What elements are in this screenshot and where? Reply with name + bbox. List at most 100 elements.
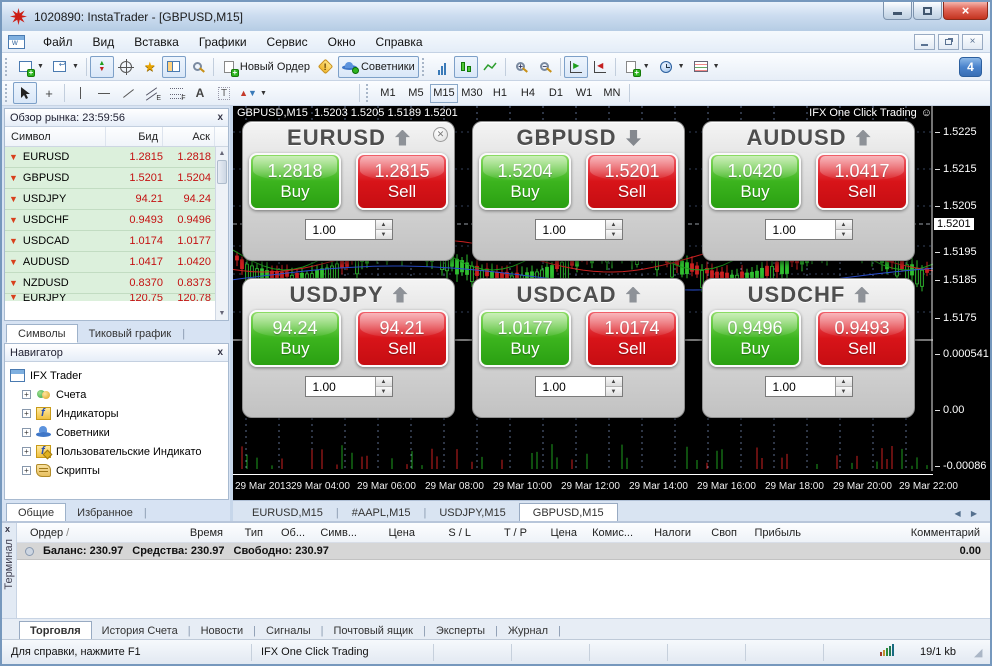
maximize-button[interactable]	[913, 2, 942, 20]
tree-node-root[interactable]: IFX Trader	[7, 366, 226, 385]
volume-input[interactable]	[536, 377, 605, 396]
scrollbar[interactable]: ▲ ▼	[215, 147, 228, 320]
menu-window[interactable]: Окно	[318, 32, 366, 52]
sell-button[interactable]: 0.9493Sell	[816, 310, 908, 367]
volume-stepper[interactable]: ▲▼	[375, 377, 392, 396]
expand-icon[interactable]	[22, 466, 31, 475]
volume-stepper[interactable]: ▲▼	[835, 220, 852, 239]
column-order[interactable]: Ордер	[17, 527, 157, 539]
toolbar-drag-handle[interactable]	[422, 58, 426, 76]
tree-node-indicators[interactable]: Индикаторы	[7, 404, 226, 423]
table-row[interactable]: ▼AUDUSD1.04171.0420	[5, 252, 215, 273]
volume-stepper[interactable]: ▲▼	[605, 220, 622, 239]
zoom-in-button[interactable]: +	[509, 56, 533, 78]
notifications-badge[interactable]: 4	[959, 57, 982, 77]
tab-common[interactable]: Общие	[6, 503, 66, 522]
buy-button[interactable]: 1.0420Buy	[709, 153, 801, 210]
smiley-icon[interactable]: ☺	[921, 107, 932, 119]
sell-button[interactable]: 1.0417Sell	[816, 153, 908, 210]
close-button[interactable]: ×	[943, 2, 988, 20]
chart-tab-usdjpy[interactable]: USDJPY,M15	[426, 504, 518, 521]
tab-account-history[interactable]: История Счета	[92, 622, 188, 639]
data-window-button[interactable]	[186, 56, 210, 78]
candlestick-button[interactable]	[454, 56, 478, 78]
scroll-thumb[interactable]	[217, 160, 227, 184]
text-tool[interactable]: A	[188, 82, 212, 104]
volume-stepper[interactable]: ▲▼	[375, 220, 392, 239]
menu-insert[interactable]: Вставка	[124, 32, 189, 52]
auto-scroll-toggle[interactable]: ▶	[564, 56, 588, 78]
zoom-out-button[interactable]: −	[533, 56, 557, 78]
tree-node-experts[interactable]: Советники	[7, 423, 226, 442]
tab-favorites[interactable]: Избранное	[66, 504, 144, 521]
templates-button[interactable]: ▼	[689, 56, 724, 78]
tab-symbols[interactable]: Символы	[6, 324, 78, 343]
column-ask[interactable]: Аск	[163, 127, 215, 146]
timeframe-d1[interactable]: D1	[542, 84, 570, 103]
horizontal-line-tool[interactable]	[92, 82, 116, 104]
buy-button[interactable]: 94.24Buy	[249, 310, 341, 367]
tab-experts[interactable]: Эксперты	[426, 622, 495, 639]
table-row[interactable]: ▼EURUSD1.28151.2818	[5, 147, 215, 168]
volume-stepper[interactable]: ▲▼	[835, 377, 852, 396]
volume-input[interactable]	[766, 377, 835, 396]
timeframe-m30[interactable]: M30	[458, 84, 486, 103]
new-chart-button[interactable]: +▼	[13, 56, 48, 78]
trendline-tool[interactable]	[116, 82, 140, 104]
expand-icon[interactable]	[22, 428, 31, 437]
expert-advisors-button[interactable]: Советники	[338, 56, 419, 78]
buy-button[interactable]: 0.9496Buy	[709, 310, 801, 367]
close-icon[interactable]: x	[5, 524, 10, 534]
chart-shift-toggle[interactable]: ◀	[588, 56, 612, 78]
tree-node-scripts[interactable]: Скрипты	[7, 461, 226, 480]
mdi-restore-button[interactable]	[938, 34, 959, 50]
text-label-tool[interactable]: T	[212, 82, 236, 104]
timeframe-m5[interactable]: M5	[402, 84, 430, 103]
buy-button[interactable]: 1.0177Buy	[479, 310, 571, 367]
close-icon[interactable]: ✕	[433, 127, 448, 142]
alert-button[interactable]	[314, 56, 338, 78]
table-row[interactable]: ▼NZDUSD0.83700.8373	[5, 273, 215, 294]
scroll-down-icon[interactable]: ▼	[216, 307, 228, 320]
chart-tab-eurusd[interactable]: EURUSD,M15	[239, 504, 336, 521]
volume-stepper[interactable]: ▲▼	[605, 377, 622, 396]
tree-node-accounts[interactable]: Счета	[7, 385, 226, 404]
expand-icon[interactable]	[22, 409, 31, 418]
menu-service[interactable]: Сервис	[257, 32, 318, 52]
volume-input[interactable]	[766, 220, 835, 239]
sell-button[interactable]: 1.0174Sell	[586, 310, 678, 367]
table-row[interactable]: ▼USDJPY94.2194.24	[5, 189, 215, 210]
sell-button[interactable]: 1.5201Sell	[586, 153, 678, 210]
mdi-minimize-button[interactable]	[914, 34, 935, 50]
table-row[interactable]: ▼USDCHF0.94930.9496	[5, 210, 215, 231]
arrows-tool[interactable]: ▲▼▼	[236, 82, 271, 104]
balance-row[interactable]: Баланс: 230.97 Средства: 230.97 Свободно…	[17, 543, 990, 560]
menu-charts[interactable]: Графики	[189, 32, 257, 52]
tab-journal[interactable]: Журнал	[498, 622, 558, 639]
buy-button[interactable]: 1.2818Buy	[249, 153, 341, 210]
scroll-up-icon[interactable]: ▲	[216, 147, 228, 160]
timeframe-mn[interactable]: MN	[598, 84, 626, 103]
menu-file[interactable]: Файл	[33, 32, 83, 52]
expand-icon[interactable]	[22, 447, 31, 456]
market-watch-toggle[interactable]	[162, 56, 186, 78]
tab-trade[interactable]: Торговля	[19, 621, 92, 640]
tab-mailbox[interactable]: Почтовый ящик	[324, 622, 423, 639]
expand-icon[interactable]	[22, 390, 31, 399]
timeframe-m15[interactable]: M15	[430, 84, 458, 103]
titlebar[interactable]: 1020890: InstaTrader - [GBPUSD,M15] ×	[2, 2, 990, 31]
status-mode[interactable]: IFX One Click Trading	[252, 644, 434, 661]
favorites-button[interactable]: ★	[138, 56, 162, 78]
chart-tab-gbpusd[interactable]: GBPUSD,M15	[519, 503, 618, 522]
volume-input[interactable]	[306, 220, 375, 239]
vertical-line-tool[interactable]	[68, 82, 92, 104]
market-watch-header[interactable]: Обзор рынка: 23:59:56 x	[5, 109, 228, 127]
toolbar-drag-handle[interactable]	[366, 84, 370, 102]
volume-input[interactable]	[536, 220, 605, 239]
buy-button[interactable]: 1.5204Buy	[479, 153, 571, 210]
fibonacci-tool[interactable]: F	[164, 82, 188, 104]
toolbar-drag-handle[interactable]	[5, 84, 9, 102]
tab-scroll-arrows[interactable]: ◀ ▶	[954, 509, 990, 521]
price-axis[interactable]: 1.5225 1.5215 1.5205 1.5201 1.5195 1.518…	[933, 106, 985, 500]
tab-news[interactable]: Новости	[191, 622, 254, 639]
